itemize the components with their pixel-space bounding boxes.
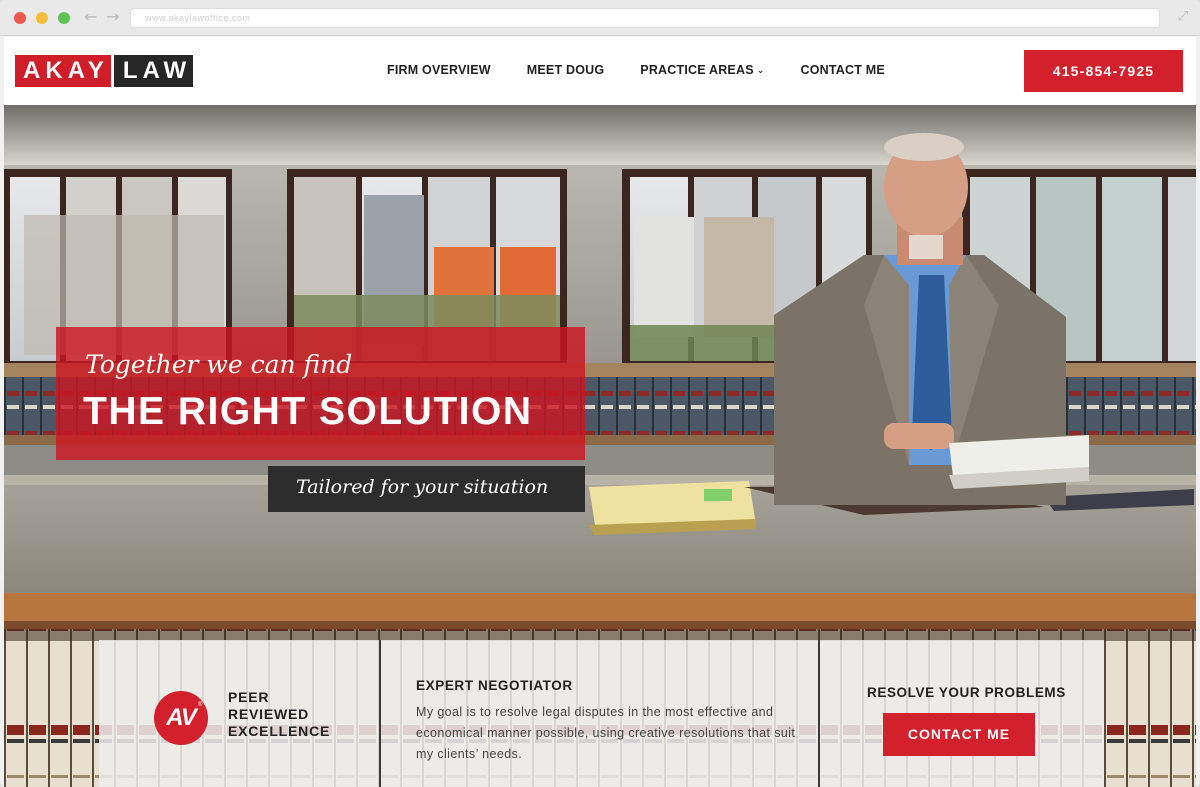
chevron-down-icon: ⌄ <box>756 66 765 76</box>
peer-line-3: EXCELLENCE <box>228 723 331 739</box>
nav-contact-me[interactable]: CONTACT ME <box>801 63 885 77</box>
hero-headline: THE RIGHT SOLUTION <box>83 390 533 433</box>
resolve-title: RESOLVE YOUR PROBLEMS <box>867 685 1066 700</box>
nav-firm-overview[interactable]: FIRM OVERVIEW <box>387 63 491 77</box>
browser-chrome: ← → www.akaylawoffice.com ⤢ <box>0 0 1200 36</box>
hero-section: Together we can find THE RIGHT SOLUTION … <box>4 105 1196 787</box>
negotiator-title: EXPERT NEGOTIATOR <box>416 678 573 693</box>
divider <box>379 640 381 787</box>
address-bar[interactable]: www.akaylawoffice.com <box>130 8 1160 28</box>
hero-subline: Tailored for your situation <box>296 476 549 498</box>
av-rating-badge-icon: AV ® <box>154 691 208 745</box>
contact-me-button[interactable]: CONTACT ME <box>883 713 1035 756</box>
negotiator-body: My goal is to resolve legal disputes in … <box>416 705 796 761</box>
divider <box>818 640 820 787</box>
website: AKAY LAW FIRM OVERVIEW MEET DOUG PRACTIC… <box>4 37 1196 787</box>
address-bar-url: www.akaylawoffice.com <box>145 13 251 23</box>
close-window-dot[interactable] <box>14 12 26 24</box>
fullscreen-icon[interactable]: ⤢ <box>1178 9 1188 25</box>
phone-button[interactable]: 415-854-7925 <box>1024 50 1183 92</box>
feature-strip: AV ® PEER REVIEWED EXCELLENCE EXPERT NEG… <box>99 640 1104 787</box>
main-nav: FIRM OVERVIEW MEET DOUG PRACTICE AREAS ⌄ … <box>387 63 885 77</box>
av-badge-registered: ® <box>198 702 203 708</box>
av-badge-mark: AV <box>166 704 197 731</box>
peer-line-2: REVIEWED <box>228 706 310 722</box>
browser-window: ← → www.akaylawoffice.com ⤢ AKAY LAW FIR… <box>0 0 1200 787</box>
peer-reviewed-text: PEER REVIEWED EXCELLENCE <box>228 689 330 740</box>
logo-law: LAW <box>113 55 194 87</box>
peer-line-1: PEER <box>228 689 270 705</box>
tagline-script: Together we can find <box>85 350 353 379</box>
nav-practice-areas-label: PRACTICE AREAS <box>640 63 754 77</box>
site-header: AKAY LAW FIRM OVERVIEW MEET DOUG PRACTIC… <box>4 37 1196 105</box>
nav-practice-areas[interactable]: PRACTICE AREAS ⌄ <box>640 63 764 77</box>
forward-arrow-icon[interactable]: → <box>106 8 119 26</box>
logo-akay: AKAY <box>15 55 111 87</box>
nav-meet-doug[interactable]: MEET DOUG <box>527 63 605 77</box>
maximize-window-dot[interactable] <box>58 12 70 24</box>
minimize-window-dot[interactable] <box>36 12 48 24</box>
back-arrow-icon[interactable]: ← <box>84 8 97 26</box>
site-logo[interactable]: AKAY LAW <box>15 55 194 87</box>
